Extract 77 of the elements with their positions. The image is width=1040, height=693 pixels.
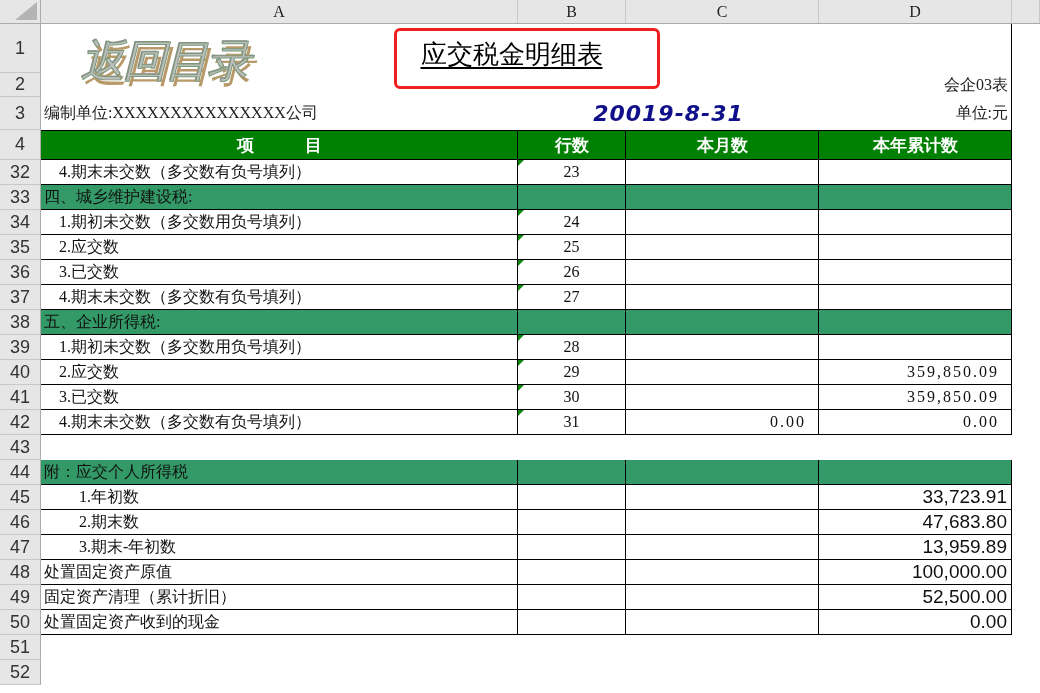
row-header[interactable]: 43 [0,435,41,460]
row-header[interactable]: 50 [0,610,41,635]
table-cell: 31 [518,410,626,435]
row-header[interactable]: 49 [0,585,41,610]
unit-label: 单位:元 [955,103,1009,123]
table-cell: 33,723.91 [819,485,1012,510]
row-header[interactable]: 47 [0,535,41,560]
row-header[interactable]: 46 [0,510,41,535]
row-header[interactable]: 40 [0,360,41,385]
row-header[interactable]: 45 [0,485,41,510]
table-cell: 24 [518,210,626,235]
row-header[interactable]: 37 [0,285,41,310]
table-cell: 29 [518,360,626,385]
column-heading: 本月数 [626,130,819,160]
row-header[interactable]: 51 [0,635,41,660]
report-date: 20019-8-31 [593,101,744,126]
column-header[interactable]: C [626,0,819,23]
table-cell: 0.00 [819,610,1012,635]
table-cell: 3.已交数 [41,260,518,285]
table-cell: 47,683.80 [819,510,1012,535]
table-cell: 25 [518,235,626,260]
row-header[interactable]: 2 [0,73,41,97]
table-cell: 固定资产清理（累计折旧） [41,585,518,610]
table-cell: 13,959.89 [819,535,1012,560]
error-indicator-icon[interactable] [518,385,524,391]
error-indicator-icon[interactable] [518,410,524,416]
table-cell: 2.应交数 [41,360,518,385]
table-cell: 4.期末未交数（多交数有负号填列） [41,410,518,435]
row-header[interactable]: 34 [0,210,41,235]
company-label: 编制单位:XXXXXXXXXXXXXXX公司 [43,103,319,123]
column-header[interactable]: A [41,0,518,23]
column-heading: 行数 [518,130,626,160]
row-header[interactable]: 42 [0,410,41,435]
table-cell: 处置固定资产原值 [41,560,518,585]
error-indicator-icon[interactable] [518,285,524,291]
table-cell: 1.期初未交数（多交数用负号填列） [41,210,518,235]
section-cell: 附：应交个人所得税 [41,460,518,485]
column-heading: 项 目 [41,130,518,160]
error-indicator-icon[interactable] [518,360,524,366]
row-header[interactable]: 4 [0,130,41,160]
table-cell: 359,850.09 [819,360,1012,385]
table-cell: 359,850.09 [819,385,1012,410]
table-cell: 100,000.00 [819,560,1012,585]
table-cell: 0.00 [626,410,819,435]
form-code: 会企03表 [944,74,1009,95]
sheet-title: 应交税金明细表 [393,28,660,89]
row-header[interactable]: 32 [0,160,41,185]
row-header[interactable]: 33 [0,185,41,210]
table-cell: 28 [518,335,626,360]
table-cell: 1.期初未交数（多交数用负号填列） [41,335,518,360]
row-header[interactable]: 44 [0,460,41,485]
error-indicator-icon[interactable] [518,260,524,266]
row-header[interactable]: 38 [0,310,41,335]
table-cell: 2.应交数 [41,235,518,260]
section-cell: 五、企业所得税: [41,310,518,335]
error-indicator-icon[interactable] [518,235,524,241]
table-cell: 3.已交数 [41,385,518,410]
row-header[interactable]: 3 [0,97,41,130]
table-cell: 30 [518,385,626,410]
row-header[interactable]: 41 [0,385,41,410]
row-header[interactable]: 1 [0,24,41,73]
row-header[interactable]: 35 [0,235,41,260]
table-cell: 处置固定资产收到的现金 [41,610,518,635]
section-cell: 四、城乡维护建设税: [41,185,518,210]
row-header[interactable]: 39 [0,335,41,360]
column-heading: 本年累计数 [819,130,1012,160]
table-cell: 2.期末数 [41,510,518,535]
row-header[interactable]: 52 [0,660,41,685]
column-header[interactable]: D [819,0,1012,23]
column-header[interactable]: B [518,0,626,23]
table-cell: 52,500.00 [819,585,1012,610]
table-cell: 0.00 [819,410,1012,435]
table-cell: 3.期末-年初数 [41,535,518,560]
row-header[interactable]: 48 [0,560,41,585]
table-cell: 1.年初数 [41,485,518,510]
row-header[interactable]: 36 [0,260,41,285]
table-cell: 26 [518,260,626,285]
